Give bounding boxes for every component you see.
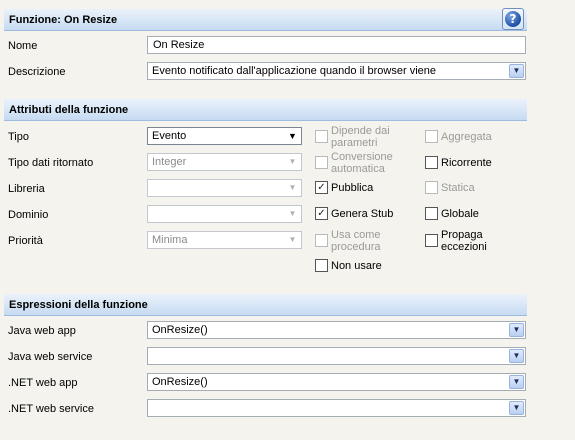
dominio-select[interactable]: ▼ xyxy=(147,205,302,223)
tipo-dati-value: Integer xyxy=(152,156,187,168)
chevron-down-icon[interactable]: ▼ xyxy=(509,401,524,415)
net-web-app-value: OnResize() xyxy=(152,376,208,388)
expressions-section-header: Espressioni della funzione xyxy=(4,294,527,316)
usa-come-checkbox[interactable] xyxy=(315,234,328,247)
chevron-down-icon: ▼ xyxy=(288,183,297,192)
attributes-section-title: Attributi della funzione xyxy=(9,104,129,116)
function-section-header: Funzione: On Resize xyxy=(4,9,527,31)
priorita-label: Priorità xyxy=(8,235,43,247)
pubblica-label: Pubblica xyxy=(331,182,374,194)
chevron-down-icon: ▼ xyxy=(288,157,297,166)
non-usare-checkbox[interactable] xyxy=(315,259,328,272)
net-web-app-combo[interactable]: OnResize() ▼ xyxy=(147,373,526,391)
libreria-label: Libreria xyxy=(8,183,45,195)
chevron-down-icon[interactable]: ▼ xyxy=(509,64,524,78)
chevron-down-icon[interactable]: ▼ xyxy=(509,375,524,389)
check-mark-icon: ✓ xyxy=(317,181,326,193)
attributes-section-header: Attributi della funzione xyxy=(4,99,527,121)
java-web-app-value: OnResize() xyxy=(152,324,208,336)
net-web-service-combo[interactable]: ▼ xyxy=(147,399,526,417)
tipo-select[interactable]: Evento ▼ xyxy=(147,127,302,145)
chevron-down-icon: ▼ xyxy=(288,209,297,218)
name-label: Nome xyxy=(8,40,38,52)
tipo-label: Tipo xyxy=(8,131,29,143)
net-web-app-label: .NET web app xyxy=(8,377,78,389)
tipo-value: Evento xyxy=(152,130,187,142)
aggregata-checkbox[interactable] xyxy=(425,130,438,143)
conversione-label: Conversione automatica xyxy=(331,151,393,175)
java-web-service-combo[interactable]: ▼ xyxy=(147,347,526,365)
tipo-dati-select[interactable]: Integer ▼ xyxy=(147,153,302,171)
conversione-checkbox[interactable] xyxy=(315,156,328,169)
chevron-down-icon[interactable]: ▼ xyxy=(285,129,300,143)
globale-checkbox[interactable] xyxy=(425,207,438,220)
globale-label: Globale xyxy=(441,208,479,220)
description-label: Descrizione xyxy=(8,66,66,78)
statica-label: Statica xyxy=(441,182,475,194)
dipende-label: Dipende dai parametri xyxy=(331,125,390,149)
dipende-checkbox[interactable] xyxy=(315,130,328,143)
chevron-down-icon[interactable]: ▼ xyxy=(509,349,524,363)
priorita-select[interactable]: Minima ▼ xyxy=(147,231,302,249)
statica-checkbox[interactable] xyxy=(425,181,438,194)
libreria-select[interactable]: ▼ xyxy=(147,179,302,197)
description-value: Evento notificato dall'applicazione quan… xyxy=(152,65,437,77)
check-mark-icon: ✓ xyxy=(317,207,326,219)
help-icon: ? xyxy=(505,11,521,27)
pubblica-checkbox[interactable]: ✓ xyxy=(315,181,328,194)
non-usare-label: Non usare xyxy=(331,260,382,272)
aggregata-label: Aggregata xyxy=(441,131,492,143)
tipo-dati-label: Tipo dati ritornato xyxy=(8,157,94,169)
usa-come-label: Usa come procedura xyxy=(331,229,381,253)
propaga-label: Propaga eccezioni xyxy=(441,229,487,253)
expressions-section-title: Espressioni della funzione xyxy=(9,299,148,311)
function-section-title: Funzione: On Resize xyxy=(9,14,118,26)
chevron-down-icon: ▼ xyxy=(288,235,297,244)
priorita-value: Minima xyxy=(152,234,188,246)
ricorrente-checkbox[interactable] xyxy=(425,156,438,169)
description-dropdown[interactable]: Evento notificato dall'applicazione quan… xyxy=(147,62,526,80)
genera-stub-label: Genera Stub xyxy=(331,208,394,220)
dominio-label: Dominio xyxy=(8,209,49,221)
java-web-app-combo[interactable]: OnResize() ▼ xyxy=(147,321,526,339)
java-web-app-label: Java web app xyxy=(8,325,76,337)
ricorrente-label: Ricorrente xyxy=(441,157,492,169)
net-web-service-label: .NET web service xyxy=(8,403,94,415)
help-button[interactable]: ? xyxy=(502,8,524,30)
propaga-checkbox[interactable] xyxy=(425,234,438,247)
name-input[interactable]: On Resize xyxy=(147,36,526,54)
java-web-service-label: Java web service xyxy=(8,351,93,363)
genera-stub-checkbox[interactable]: ✓ xyxy=(315,207,328,220)
chevron-down-icon[interactable]: ▼ xyxy=(509,323,524,337)
